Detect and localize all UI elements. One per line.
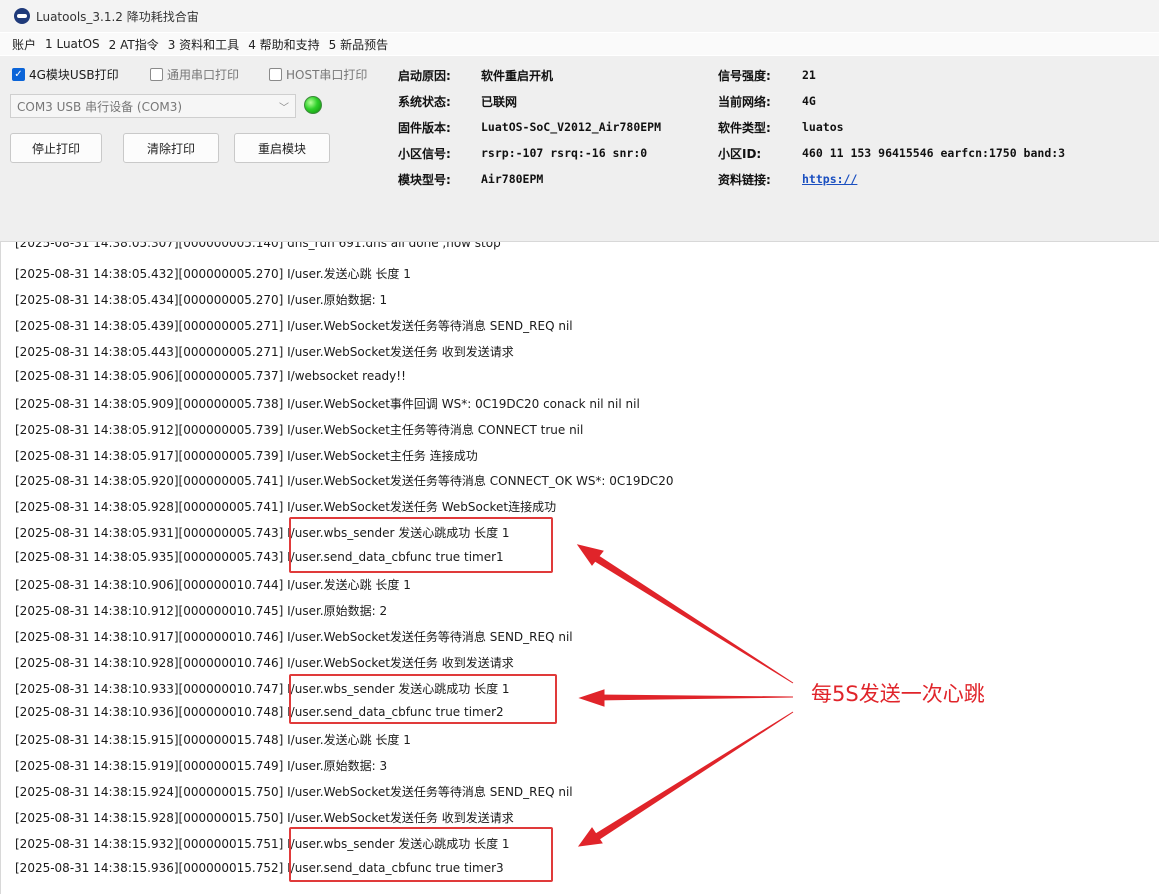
log-line: [2025-08-31 14:38:05.920][000000005.741]… — [15, 474, 674, 488]
cell-id-label: 小区ID: — [718, 147, 762, 161]
log-line: [2025-08-31 14:38:10.906][000000010.744]… — [15, 578, 411, 592]
title-bar: Luatools_3.1.2 降功耗找合宙 — [0, 0, 1159, 32]
control-panel: 4G模块USB打印 通用串口打印 HOST串口打印 COM3 USB 串行设备 … — [0, 56, 1159, 242]
menu-resources-tools[interactable]: 3 资料和工具 — [168, 36, 239, 53]
checkbox-unchecked-icon — [150, 68, 163, 81]
restart-module-button[interactable]: 重启模块 — [234, 133, 330, 163]
log-line: [2025-08-31 14:38:05.307][000000005.140]… — [15, 242, 501, 250]
cell-signal-value: rsrp:-107 rsrq:-16 snr:0 — [481, 146, 648, 160]
host-print-checkbox[interactable]: HOST串口打印 — [269, 66, 367, 83]
software-type-value: luatos — [802, 120, 844, 134]
menu-luatos[interactable]: 1 LuatOS — [45, 37, 100, 51]
clear-print-button[interactable]: 清除打印 — [123, 133, 219, 163]
cell-signal-label: 小区信号: — [398, 147, 451, 161]
menu-help-support[interactable]: 4 帮助和支持 — [248, 36, 319, 53]
log-line: [2025-08-31 14:38:10.912][000000010.745]… — [15, 604, 388, 618]
log-line: [2025-08-31 14:38:10.917][000000010.746]… — [15, 630, 573, 644]
signal-strength-label: 信号强度: — [718, 69, 771, 83]
window-title: Luatools_3.1.2 降功耗找合宙 — [36, 9, 199, 24]
menu-at-commands[interactable]: 2 AT指令 — [109, 36, 159, 53]
annotation-label: 每5S发送一次心跳 — [811, 682, 985, 706]
log-line: [2025-08-31 14:38:15.924][000000015.750]… — [15, 785, 573, 799]
firmware-value: LuatOS-SoC_V2012_Air780EPM — [481, 120, 662, 134]
luatools-app-icon — [14, 8, 30, 24]
stop-print-button[interactable]: 停止打印 — [10, 133, 102, 163]
module-model-value: Air780EPM — [481, 172, 544, 186]
log-line: [2025-08-31 14:38:05.434][000000005.270]… — [15, 293, 388, 307]
highlight-box-timer1 — [289, 517, 553, 573]
firmware-label: 固件版本: — [398, 121, 451, 135]
docs-link[interactable]: https:// — [802, 172, 857, 186]
highlight-box-timer2 — [289, 674, 557, 724]
boot-reason-value: 软件重启开机 — [481, 69, 554, 83]
log-line: [2025-08-31 14:38:05.909][000000005.738]… — [15, 397, 640, 411]
network-label: 当前网络: — [718, 95, 771, 109]
chevron-down-icon: ﹀ — [279, 102, 289, 114]
log-output[interactable]: [2025-08-31 14:38:05.307][000000005.140]… — [0, 242, 1159, 894]
module-model-label: 模块型号: — [398, 173, 451, 187]
serial-print-label: 通用串口打印 — [167, 68, 240, 82]
signal-strength-value: 21 — [802, 68, 816, 82]
log-line: [2025-08-31 14:38:05.439][000000005.271]… — [15, 319, 573, 333]
log-line: [2025-08-31 14:38:05.917][000000005.739]… — [15, 449, 478, 463]
checkbox-unchecked-icon — [269, 68, 282, 81]
log-line: [2025-08-31 14:38:15.915][000000015.748]… — [15, 733, 411, 747]
log-line: [2025-08-31 14:38:05.928][000000005.741]… — [15, 500, 557, 514]
menu-bar: 账户 1 LuatOS 2 AT指令 3 资料和工具 4 帮助和支持 5 新品预… — [0, 33, 1159, 55]
log-line: [2025-08-31 14:38:10.928][000000010.746]… — [15, 656, 514, 670]
log-line: [2025-08-31 14:38:05.443][000000005.271]… — [15, 345, 514, 359]
software-type-label: 软件类型: — [718, 121, 771, 135]
boot-reason-label: 启动原因: — [398, 69, 451, 83]
log-line: [2025-08-31 14:38:15.928][000000015.750]… — [15, 811, 514, 825]
usb-print-checkbox[interactable]: 4G模块USB打印 — [12, 66, 119, 83]
network-value: 4G — [802, 94, 816, 108]
host-print-label: HOST串口打印 — [286, 68, 368, 82]
checkbox-checked-icon — [12, 68, 25, 81]
log-line: [2025-08-31 14:38:05.432][000000005.270]… — [15, 267, 411, 281]
serial-print-checkbox[interactable]: 通用串口打印 — [150, 66, 239, 83]
system-state-value: 已联网 — [481, 95, 518, 109]
connection-status-indicator — [304, 96, 322, 114]
log-line: [2025-08-31 14:38:05.906][000000005.737]… — [15, 369, 406, 383]
system-state-label: 系统状态: — [398, 95, 451, 109]
port-select[interactable]: COM3 USB 串行设备 (COM3) ﹀ — [10, 94, 296, 118]
docs-link-label: 资料链接: — [718, 173, 771, 187]
highlight-box-timer3 — [289, 827, 553, 882]
log-line: [2025-08-31 14:38:05.912][000000005.739]… — [15, 423, 584, 437]
port-select-value: COM3 USB 串行设备 (COM3) — [17, 99, 183, 114]
cell-id-value: 460 11 153 96415546 earfcn:1750 band:3 — [802, 146, 1066, 160]
menu-new-products[interactable]: 5 新品预告 — [329, 36, 388, 53]
log-line: [2025-08-31 14:38:15.919][000000015.749]… — [15, 759, 388, 773]
menu-account[interactable]: 账户 — [12, 36, 36, 53]
usb-print-label: 4G模块USB打印 — [29, 68, 119, 82]
